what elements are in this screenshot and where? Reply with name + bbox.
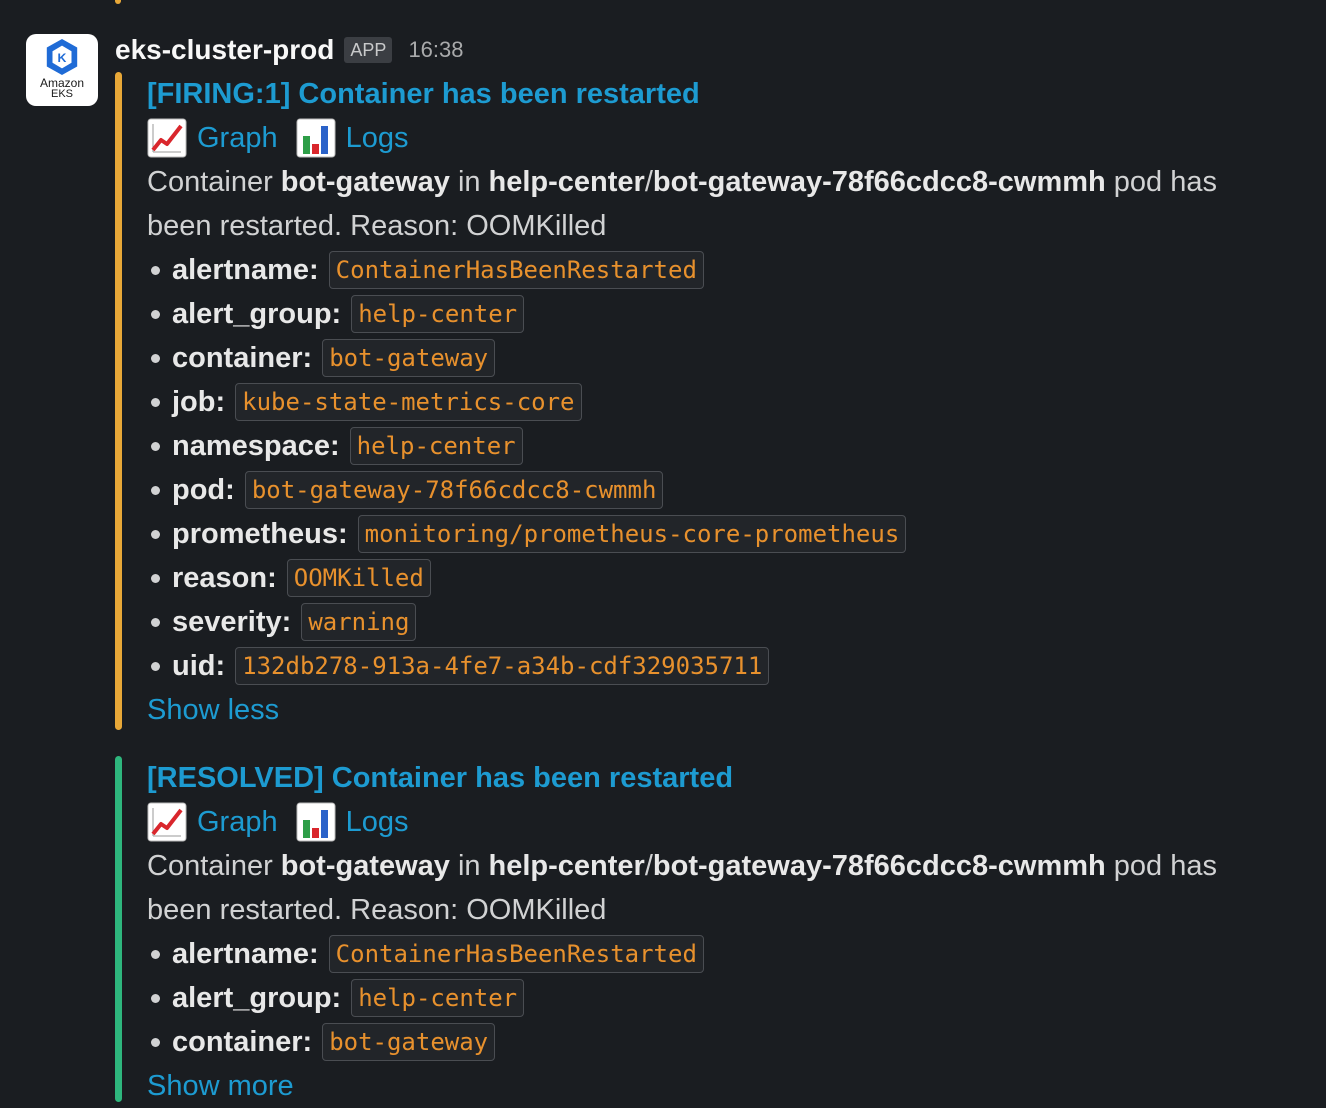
label-value: help-center	[351, 979, 525, 1017]
label-item: job: kube-state-metrics-core	[147, 380, 1297, 424]
desc-sep: /	[644, 849, 653, 882]
message-header: eks-cluster-prod APP 16:38	[115, 32, 464, 68]
label-item: uid: 132db278-913a-4fe7-a34b-cdf329035711	[147, 644, 1297, 688]
label-value: help-center	[349, 427, 523, 465]
alert-description-line2: been restarted. Reason: OOMKilled	[147, 893, 607, 926]
alert-title-link[interactable]: [FIRING:1] Container has been restarted	[147, 78, 700, 111]
label-key: alertname:	[172, 253, 319, 286]
logs-link[interactable]: Logs	[346, 122, 409, 155]
label-item: alert_group: help-center	[147, 976, 1297, 1020]
desc-text: pod has	[1113, 849, 1217, 882]
label-key: alert_group:	[172, 297, 342, 330]
label-item: pod: bot-gateway-78f66cdcc8-cwmmh	[147, 468, 1297, 512]
timestamp[interactable]: 16:38	[408, 37, 463, 63]
label-value: monitoring/prometheus-core-prometheus	[357, 515, 907, 553]
eks-logo-icon: K	[46, 38, 78, 76]
label-value: bot-gateway	[322, 1023, 496, 1061]
chart-increasing-icon	[147, 118, 187, 158]
logs-link[interactable]: Logs	[346, 806, 409, 839]
sender-name[interactable]: eks-cluster-prod	[115, 34, 334, 66]
desc-text: Container	[147, 165, 273, 198]
desc-text: in	[457, 849, 481, 882]
show-more-button[interactable]: Show more	[147, 1070, 294, 1103]
app-badge: APP	[344, 37, 393, 63]
label-key: container:	[172, 341, 313, 374]
desc-namespace: help-center	[488, 165, 645, 198]
label-key: container:	[172, 1025, 313, 1058]
label-value: bot-gateway-78f66cdcc8-cwmmh	[244, 471, 664, 509]
label-value: help-center	[351, 295, 525, 333]
desc-container: bot-gateway	[280, 849, 450, 882]
alert-description-line2: been restarted. Reason: OOMKilled	[147, 209, 607, 242]
label-item: severity: warning	[147, 600, 1297, 644]
label-value: 132db278-913a-4fe7-a34b-cdf329035711	[235, 647, 770, 685]
label-value: bot-gateway	[322, 339, 496, 377]
message: K Amazon EKS eks-cluster-prod APP 16:38 …	[0, 0, 1326, 1102]
label-value: ContainerHasBeenRestarted	[328, 251, 704, 289]
desc-namespace: help-center	[488, 849, 645, 882]
attachment-color-bar	[115, 756, 122, 1102]
alert-title-link[interactable]: [RESOLVED] Container has been restarted	[147, 762, 733, 795]
label-key: reason:	[172, 561, 277, 594]
bar-chart-icon	[296, 802, 336, 842]
avatar[interactable]: K Amazon EKS	[26, 34, 98, 106]
chart-increasing-icon	[147, 802, 187, 842]
desc-text: pod has	[1113, 165, 1217, 198]
alert-description: Container bot-gateway in help-center / bot…	[147, 844, 1297, 888]
graph-link[interactable]: Graph	[197, 806, 278, 839]
label-key: namespace:	[172, 429, 340, 462]
label-item: alert_group: help-center	[147, 292, 1297, 336]
avatar-brand-line2: EKS	[50, 88, 73, 100]
label-item: container: bot-gateway	[147, 336, 1297, 380]
label-key: alertname:	[172, 937, 319, 970]
label-item: container: bot-gateway	[147, 1020, 1297, 1064]
desc-sep: /	[644, 165, 653, 198]
label-key: prometheus:	[172, 517, 348, 550]
desc-container: bot-gateway	[280, 165, 450, 198]
label-key: job:	[172, 385, 226, 418]
label-value: warning	[301, 603, 417, 641]
label-item: prometheus: monitoring/prometheus-core-pr…	[147, 512, 1297, 556]
desc-text: Container	[147, 849, 273, 882]
label-item: namespace: help-center	[147, 424, 1297, 468]
desc-text: in	[457, 165, 481, 198]
label-item: reason: OOMKilled	[147, 556, 1297, 600]
desc-pod: bot-gateway-78f66cdcc8-cwmmh	[652, 849, 1106, 882]
label-key: alert_group:	[172, 981, 342, 1014]
avatar-letter: K	[58, 51, 67, 65]
label-key: severity:	[172, 605, 292, 638]
label-item: alertname: ContainerHasBeenRestarted	[147, 248, 1297, 292]
graph-link[interactable]: Graph	[197, 122, 278, 155]
label-key: pod:	[172, 473, 235, 506]
label-value: kube-state-metrics-core	[235, 383, 582, 421]
label-item: alertname: ContainerHasBeenRestarted	[147, 932, 1297, 976]
alert-description: Container bot-gateway in help-center / bot…	[147, 160, 1297, 204]
attachment-color-bar	[115, 72, 122, 730]
bar-chart-icon	[296, 118, 336, 158]
label-key: uid:	[172, 649, 226, 682]
label-value: OOMKilled	[286, 559, 431, 597]
show-less-button[interactable]: Show less	[147, 694, 279, 727]
label-value: ContainerHasBeenRestarted	[328, 935, 704, 973]
desc-pod: bot-gateway-78f66cdcc8-cwmmh	[652, 165, 1106, 198]
